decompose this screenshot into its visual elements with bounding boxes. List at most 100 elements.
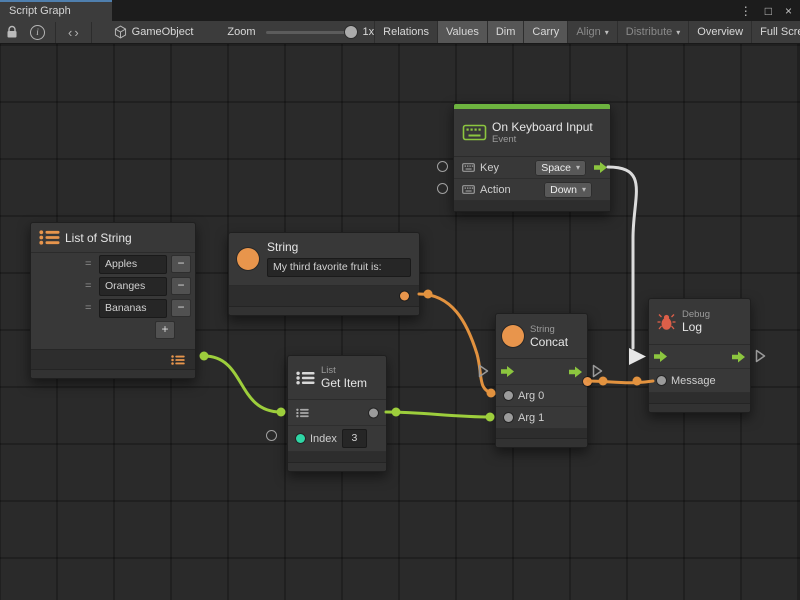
concat-node[interactable]: String Concat Arg 0 Arg 1 xyxy=(495,313,588,448)
control-output-port[interactable] xyxy=(593,161,608,174)
chevron-down-icon: ▾ xyxy=(576,163,580,172)
distribute-button[interactable]: Distribute▾ xyxy=(617,21,688,43)
message-input-port[interactable] xyxy=(657,376,666,385)
list-item-field[interactable]: Apples xyxy=(99,255,167,274)
node-title: Log xyxy=(682,320,710,334)
node-title: String xyxy=(267,240,411,254)
index-field[interactable]: 3 xyxy=(342,429,367,448)
node-header: Debug Log xyxy=(649,299,750,345)
arg1-input-port[interactable] xyxy=(504,413,513,422)
graph-toolbar: i ‹› GameObject Zoom 1x Relations Values… xyxy=(0,21,800,44)
arg0-input-port[interactable] xyxy=(504,391,513,400)
key-label: Key xyxy=(480,162,499,174)
script-graph-window: On Keyboard Input Event Key Space▾ xyxy=(0,0,800,600)
node-category: Debug xyxy=(682,309,710,320)
code-icon[interactable]: ‹› xyxy=(68,25,81,40)
keyboard-icon xyxy=(462,124,487,141)
unconnected-input-port[interactable] xyxy=(437,161,448,172)
remove-item-button[interactable]: − xyxy=(171,255,191,273)
node-title: Get Item xyxy=(321,376,367,390)
node-category: String xyxy=(530,324,568,335)
node-header: List of String xyxy=(31,223,195,253)
node-footer xyxy=(288,452,386,462)
node-body-gap xyxy=(31,341,195,349)
add-item-row: + xyxy=(31,319,195,341)
control-flow-row xyxy=(649,345,750,369)
toolbar-divider xyxy=(55,22,56,43)
bug-icon xyxy=(657,313,676,331)
node-header: On Keyboard Input Event xyxy=(454,109,610,157)
unconnected-control-output[interactable] xyxy=(755,349,766,363)
list-input-port[interactable] xyxy=(296,408,309,418)
keyboard-mini-icon xyxy=(462,163,475,172)
zoom-slider[interactable] xyxy=(266,31,352,34)
index-label: Index xyxy=(310,433,337,445)
string-output-port[interactable] xyxy=(400,292,409,301)
arg1-label: Arg 1 xyxy=(518,412,544,424)
control-output-port[interactable] xyxy=(731,350,746,363)
lock-icon[interactable] xyxy=(6,25,18,39)
message-label: Message xyxy=(671,375,716,387)
overview-button[interactable]: Overview xyxy=(688,21,751,43)
list-item-row: = Oranges − xyxy=(31,275,195,297)
menu-icon[interactable]: ⋮ xyxy=(740,4,752,18)
result-output-port[interactable] xyxy=(583,377,592,386)
node-title: Concat xyxy=(530,335,568,349)
item-output-port[interactable] xyxy=(369,408,378,417)
arg0-label: Arg 0 xyxy=(518,390,544,402)
list-icon xyxy=(39,230,60,245)
remove-item-button[interactable]: − xyxy=(171,277,191,295)
list-item-row: = Apples − xyxy=(31,253,195,275)
unconnected-index-port[interactable] xyxy=(266,430,277,441)
action-dropdown[interactable]: Down▾ xyxy=(544,182,592,198)
control-output-port[interactable] xyxy=(568,365,583,378)
maximize-icon[interactable]: □ xyxy=(765,4,772,18)
arg1-row: Arg 1 xyxy=(496,407,587,429)
node-footer xyxy=(31,349,195,369)
node-footer xyxy=(649,393,750,403)
node-subtitle: Event xyxy=(492,134,593,145)
key-dropdown[interactable]: Space▾ xyxy=(535,160,586,176)
get-item-node[interactable]: List Get Item Index 3 xyxy=(287,355,387,472)
relations-button[interactable]: Relations xyxy=(374,21,437,43)
node-footer xyxy=(496,429,587,438)
zoom-label: Zoom xyxy=(227,26,255,38)
index-input-port[interactable] xyxy=(296,434,305,443)
unconnected-control-input[interactable] xyxy=(478,364,489,378)
values-button[interactable]: Values xyxy=(437,21,487,43)
list-input-row xyxy=(288,400,386,426)
zoom-slider-handle[interactable] xyxy=(345,26,357,38)
add-item-button[interactable]: + xyxy=(155,321,175,339)
dim-button[interactable]: Dim xyxy=(487,21,524,43)
control-input-port[interactable] xyxy=(653,350,668,363)
keyboard-mini-icon xyxy=(462,185,475,194)
gameobject-label[interactable]: GameObject xyxy=(132,26,194,38)
node-bottom-bar xyxy=(649,403,750,412)
remove-item-button[interactable]: − xyxy=(171,299,191,317)
tab-bar: Script Graph ⋮ □ × xyxy=(0,0,800,21)
fullscreen-button[interactable]: Full Screen xyxy=(751,21,800,43)
unconnected-input-port[interactable] xyxy=(437,183,448,194)
carry-button[interactable]: Carry xyxy=(523,21,567,43)
node-bottom-bar xyxy=(229,306,419,315)
string-literal-node[interactable]: String My third favorite fruit is: xyxy=(228,232,420,316)
unconnected-control-output[interactable] xyxy=(592,364,603,378)
align-button[interactable]: Align▾ xyxy=(567,21,616,43)
debug-log-node[interactable]: Debug Log Message xyxy=(648,298,751,413)
control-input-port[interactable] xyxy=(500,365,515,378)
node-header: String My third favorite fruit is: xyxy=(229,233,419,286)
unity-cube-icon xyxy=(114,25,127,39)
list-of-string-node[interactable]: List of String = Apples − = Oranges − = … xyxy=(30,222,196,379)
tab-script-graph[interactable]: Script Graph xyxy=(0,0,112,21)
list-output-port[interactable] xyxy=(171,355,185,365)
close-icon[interactable]: × xyxy=(785,4,792,18)
key-row: Key Space▾ xyxy=(454,157,610,179)
list-item-field[interactable]: Bananas xyxy=(99,299,167,318)
list-item-field[interactable]: Oranges xyxy=(99,277,167,296)
node-bottom-bar xyxy=(288,462,386,471)
string-value-field[interactable]: My third favorite fruit is: xyxy=(267,258,411,277)
info-icon[interactable]: i xyxy=(30,25,45,40)
arg0-row: Arg 0 xyxy=(496,385,587,407)
node-title: List of String xyxy=(65,231,132,245)
on-keyboard-input-node[interactable]: On Keyboard Input Event Key Space▾ xyxy=(453,103,611,212)
